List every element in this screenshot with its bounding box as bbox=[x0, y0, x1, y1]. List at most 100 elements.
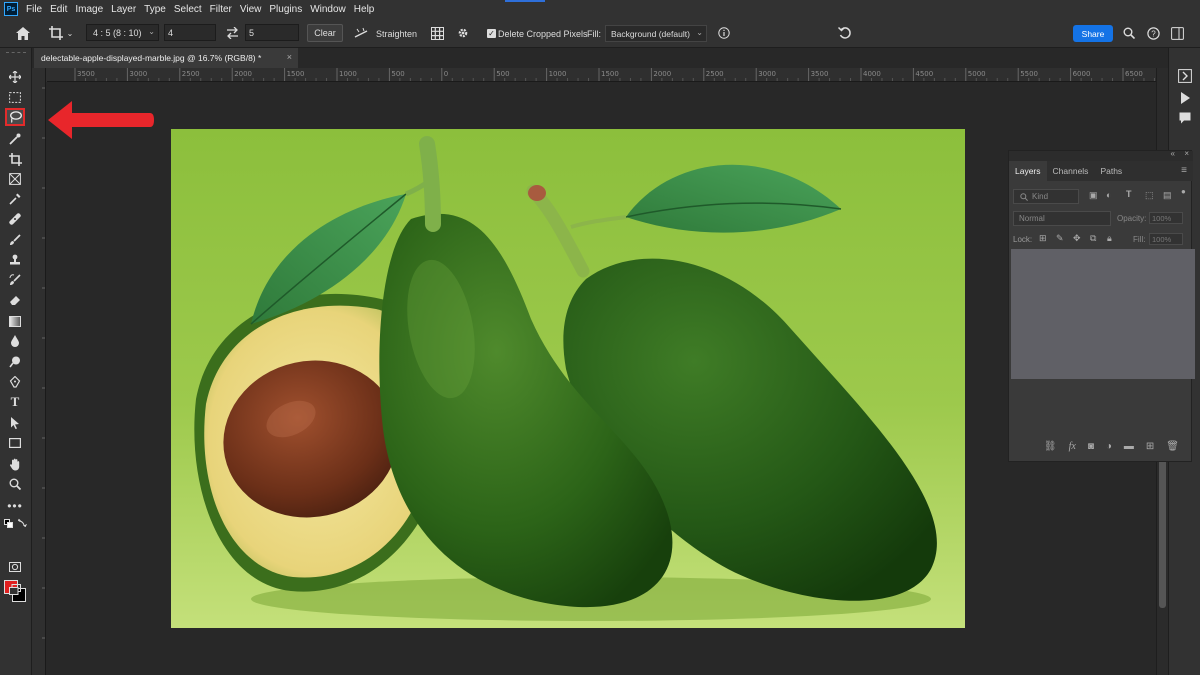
fill-select[interactable]: Background (default) ⌄ bbox=[605, 25, 707, 42]
share-button[interactable]: Share bbox=[1073, 25, 1113, 42]
menu-type[interactable]: Type bbox=[144, 4, 172, 15]
more-tools-icon[interactable]: ••• bbox=[5, 497, 25, 515]
new-layer-icon[interactable]: ⊞ bbox=[1146, 441, 1154, 452]
default-colors-icon[interactable] bbox=[2, 517, 14, 529]
vertical-ruler-ticks bbox=[42, 87, 45, 639]
menu-edit[interactable]: Edit bbox=[50, 4, 73, 15]
straighten-label[interactable]: Straighten bbox=[376, 29, 417, 39]
panel-menu-icon[interactable]: ≡ bbox=[1181, 161, 1193, 181]
frame-tool-icon[interactable] bbox=[5, 170, 25, 188]
type-tool-icon[interactable]: T bbox=[5, 393, 25, 411]
swap-icon[interactable] bbox=[224, 25, 240, 41]
menu-window[interactable]: Window bbox=[310, 4, 352, 15]
object-selection-tool-icon[interactable] bbox=[5, 130, 25, 148]
delete-cropped-checkbox[interactable]: ✓ bbox=[487, 29, 496, 38]
shape-filter-icon[interactable]: ⬚ bbox=[1145, 190, 1154, 201]
comments-icon[interactable] bbox=[1177, 110, 1193, 126]
crop-width-input[interactable]: 4 bbox=[164, 24, 216, 41]
menu-select[interactable]: Select bbox=[174, 4, 208, 15]
add-mask-icon[interactable]: ◙ bbox=[1088, 441, 1094, 452]
menu-filter[interactable]: Filter bbox=[210, 4, 238, 15]
lock-pixels-icon[interactable]: ✎ bbox=[1056, 233, 1064, 244]
brush-tool-icon[interactable] bbox=[5, 231, 25, 249]
clear-button[interactable]: Clear bbox=[307, 24, 343, 42]
menu-image[interactable]: Image bbox=[75, 4, 109, 15]
swap-colors-icon[interactable] bbox=[16, 516, 28, 528]
overlay-grid-icon[interactable] bbox=[428, 24, 446, 42]
new-adjustment-layer-icon[interactable]: ◑ bbox=[1106, 441, 1112, 452]
chevron-down-icon[interactable]: ⌄ bbox=[66, 26, 74, 40]
lock-all-icon[interactable]: 🔒︎ bbox=[1107, 233, 1112, 244]
tab-paths[interactable]: Paths bbox=[1094, 161, 1128, 181]
marquee-tool-icon[interactable] bbox=[5, 88, 25, 106]
zoom-tool-icon[interactable] bbox=[5, 475, 25, 493]
healing-brush-tool-icon[interactable] bbox=[5, 210, 25, 228]
path-selection-tool-icon[interactable] bbox=[5, 414, 25, 432]
trash-icon[interactable]: 🗑︎ bbox=[1166, 441, 1179, 452]
adjustment-filter-icon[interactable]: ◐ bbox=[1106, 190, 1111, 200]
fx-icon[interactable]: fx bbox=[1069, 441, 1076, 452]
menu-help[interactable]: Help bbox=[354, 4, 381, 15]
straighten-icon[interactable] bbox=[353, 25, 369, 41]
tab-layers[interactable]: Layers bbox=[1009, 161, 1047, 181]
blur-tool-icon[interactable] bbox=[5, 332, 25, 350]
document-image[interactable] bbox=[171, 129, 965, 628]
workspace-icon[interactable] bbox=[1169, 25, 1185, 41]
crop-preset-icon[interactable] bbox=[46, 24, 66, 42]
dodge-tool-icon[interactable] bbox=[5, 353, 25, 371]
crop-tool-icon[interactable] bbox=[5, 150, 25, 168]
clone-stamp-tool-icon[interactable] bbox=[5, 251, 25, 269]
horizontal-ruler[interactable]: 3500 3000 2500 2000 1500 1000 500 0 500 1000 1500 2… bbox=[47, 68, 1168, 82]
toolbar-grip[interactable] bbox=[6, 52, 26, 60]
layers-list[interactable] bbox=[1011, 249, 1195, 379]
hand-tool-icon[interactable] bbox=[5, 455, 25, 473]
panel-toggle-icon[interactable] bbox=[1177, 68, 1193, 84]
lock-position-icon[interactable]: ✥ bbox=[1073, 233, 1081, 244]
eyedropper-tool-icon[interactable] bbox=[5, 190, 25, 208]
eraser-tool-icon[interactable] bbox=[5, 291, 25, 309]
menu-layer[interactable]: Layer bbox=[111, 4, 142, 15]
document-tab[interactable]: delectable-apple-displayed-marble.jpg @ … bbox=[34, 48, 298, 68]
vertical-ruler[interactable] bbox=[32, 68, 46, 675]
screen-mode-icon[interactable] bbox=[5, 580, 25, 598]
rectangle-tool-icon[interactable] bbox=[5, 434, 25, 452]
quick-mask-icon[interactable] bbox=[5, 558, 25, 576]
history-brush-tool-icon[interactable] bbox=[5, 271, 25, 289]
pen-tool-icon[interactable] bbox=[5, 373, 25, 391]
menu-view[interactable]: View bbox=[240, 4, 268, 15]
delete-cropped-label[interactable]: Delete Cropped Pixels bbox=[498, 29, 588, 39]
move-tool-icon[interactable] bbox=[5, 68, 25, 86]
ruler-label: 4000 bbox=[863, 70, 881, 78]
gradient-tool-icon[interactable] bbox=[5, 312, 25, 330]
blend-mode-select[interactable]: Normal bbox=[1013, 211, 1111, 226]
play-icon[interactable] bbox=[1177, 90, 1193, 106]
panel-header[interactable]: « × bbox=[1009, 149, 1193, 161]
close-icon[interactable]: × bbox=[1184, 149, 1189, 158]
type-filter-icon[interactable]: T bbox=[1126, 189, 1132, 199]
tab-channels[interactable]: Channels bbox=[1047, 161, 1095, 181]
close-icon[interactable]: × bbox=[287, 52, 292, 62]
link-layers-icon[interactable]: ⛓︎ bbox=[1044, 441, 1057, 452]
lock-artboard-icon[interactable]: ⧉ bbox=[1090, 233, 1096, 244]
aspect-ratio-select[interactable]: 4 : 5 (8 : 10) ⌄ bbox=[86, 24, 159, 41]
lasso-tool-icon[interactable] bbox=[5, 108, 25, 126]
menu-file[interactable]: File bbox=[26, 4, 48, 15]
crop-height-input[interactable]: 5 bbox=[245, 24, 299, 41]
filter-toggle-icon[interactable]: ● bbox=[1181, 187, 1186, 196]
smart-object-filter-icon[interactable]: ▤ bbox=[1163, 190, 1172, 201]
pixel-filter-icon[interactable]: ▣ bbox=[1089, 190, 1098, 201]
gear-icon[interactable] bbox=[454, 24, 472, 42]
ruler-label: 2000 bbox=[653, 70, 671, 78]
home-icon[interactable] bbox=[14, 24, 32, 42]
new-group-icon[interactable]: ▬ bbox=[1124, 441, 1134, 452]
search-icon[interactable] bbox=[1121, 25, 1137, 41]
menu-plugins[interactable]: Plugins bbox=[269, 4, 308, 15]
opacity-input[interactable]: 100% bbox=[1149, 212, 1183, 224]
info-icon[interactable] bbox=[717, 26, 731, 40]
collapse-icon[interactable]: « bbox=[1171, 149, 1175, 158]
fill-input[interactable]: 100% bbox=[1149, 233, 1183, 245]
layer-filter-select[interactable]: Kind bbox=[1013, 189, 1079, 204]
reset-icon[interactable] bbox=[836, 24, 854, 42]
help-icon[interactable]: ? bbox=[1145, 25, 1161, 41]
lock-transparent-icon[interactable]: ⊞ bbox=[1039, 233, 1047, 244]
